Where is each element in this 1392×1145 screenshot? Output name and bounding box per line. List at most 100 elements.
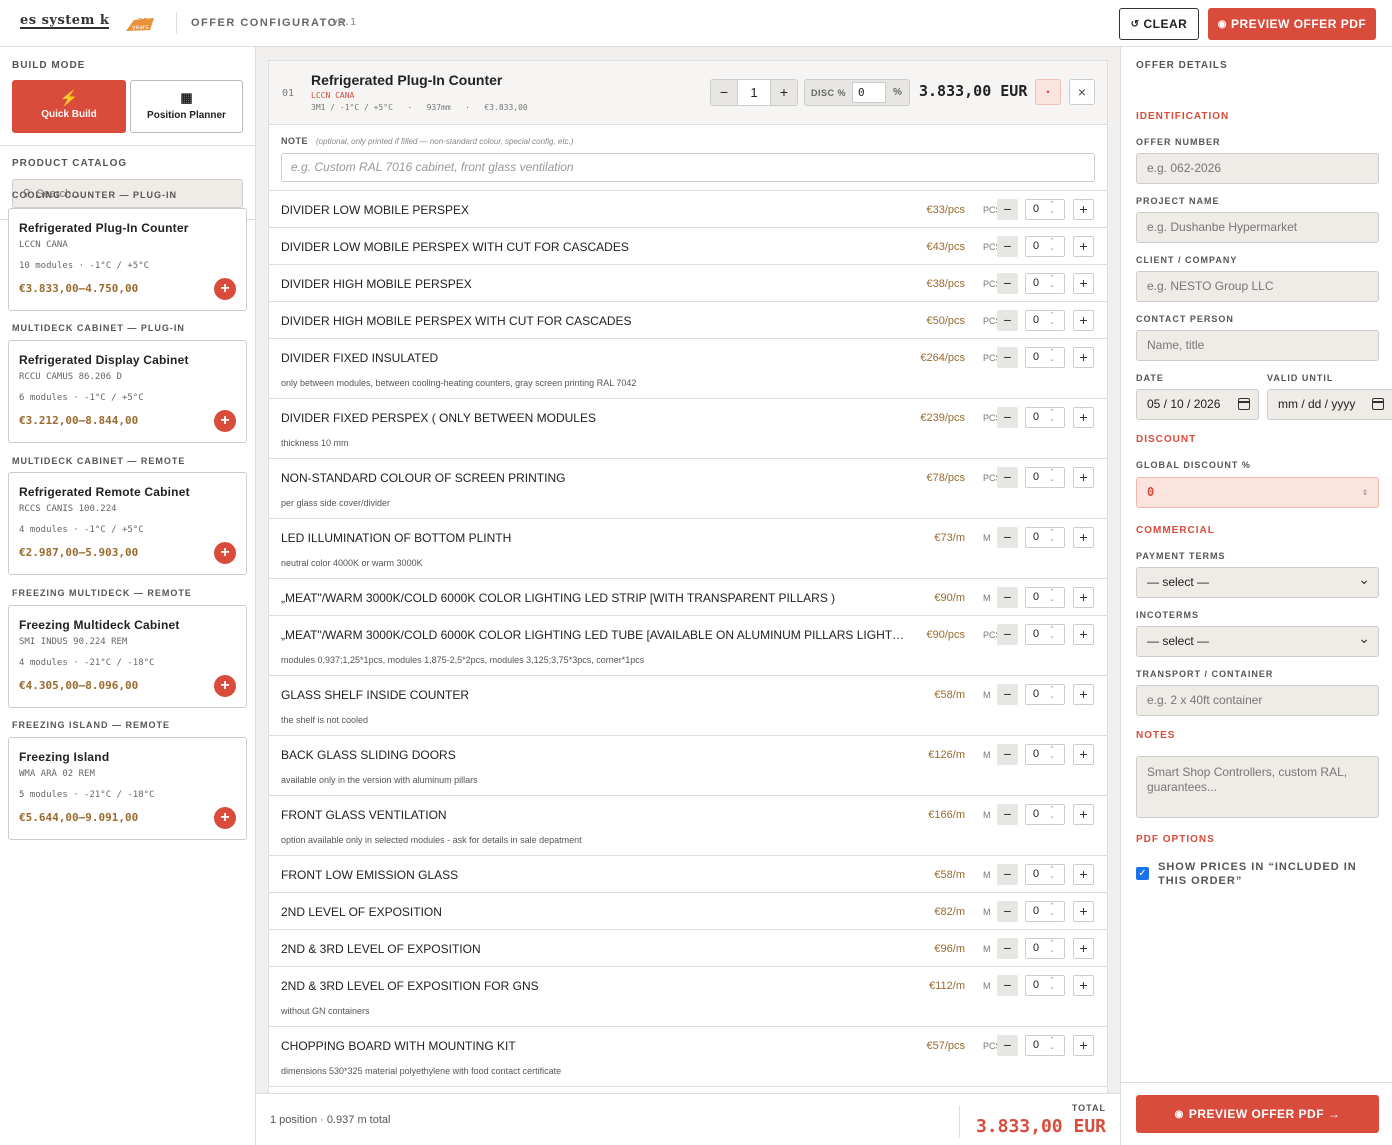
- show-prices-checkbox[interactable]: ✓: [1136, 867, 1149, 880]
- date-input[interactable]: 05 / 10 / 2026: [1136, 389, 1259, 420]
- accessory-increase-button[interactable]: +: [1073, 901, 1094, 922]
- accessory-increase-button[interactable]: +: [1073, 310, 1094, 331]
- accessory-qty-input[interactable]: 0: [1025, 199, 1065, 220]
- accessory-qty-input[interactable]: 0: [1025, 744, 1065, 765]
- accessory-decrease-button[interactable]: −: [997, 199, 1018, 220]
- accessory-decrease-button[interactable]: −: [997, 467, 1018, 488]
- accessory-increase-button[interactable]: +: [1073, 864, 1094, 885]
- accessory-qty-input[interactable]: 0: [1025, 467, 1065, 488]
- accessory-decrease-button[interactable]: −: [997, 744, 1018, 765]
- position-flag-button[interactable]: •: [1035, 79, 1061, 105]
- position-planner-button[interactable]: ▦ Position Planner: [130, 80, 243, 133]
- accessory-increase-button[interactable]: +: [1073, 527, 1094, 548]
- catalog-category-heading: MULTIDECK CABINET — REMOTE: [12, 456, 186, 466]
- accessory-qty-input[interactable]: 0: [1025, 273, 1065, 294]
- transport-input[interactable]: e.g. 2 x 40ft container: [1136, 685, 1379, 716]
- qty-increase-button[interactable]: +: [771, 80, 797, 105]
- accessory-name: „MEAT"/WARM 3000K/COLD 6000K COLOR LIGHT…: [281, 591, 836, 605]
- accessory-qty-input[interactable]: 0: [1025, 587, 1065, 608]
- accessory-qty-input[interactable]: 0: [1025, 624, 1065, 645]
- accessory-qty-input[interactable]: 0: [1025, 684, 1065, 705]
- catalog-product-card[interactable]: Refrigerated Remote Cabinet RCCS CANIS 10…: [8, 472, 247, 575]
- catalog-product-card[interactable]: Freezing Multideck Cabinet SMI INDUS 90.2…: [8, 605, 247, 708]
- accessory-decrease-button[interactable]: −: [997, 975, 1018, 996]
- accessory-increase-button[interactable]: +: [1073, 624, 1094, 645]
- global-discount-input[interactable]: 0 ⇕: [1136, 477, 1379, 508]
- preview-pdf-bottom-button[interactable]: ◉ PREVIEW OFFER PDF →: [1136, 1095, 1379, 1133]
- accessory-decrease-button[interactable]: −: [997, 624, 1018, 645]
- offer-number-input[interactable]: e.g. 062-2026: [1136, 153, 1379, 184]
- accessory-increase-button[interactable]: +: [1073, 975, 1094, 996]
- accessory-decrease-button[interactable]: −: [997, 347, 1018, 368]
- accessory-row: „MEAT"/WARM 3000K/COLD 6000K COLOR LIGHT…: [269, 616, 1107, 676]
- accessory-increase-button[interactable]: +: [1073, 347, 1094, 368]
- note-input[interactable]: e.g. Custom RAL 7016 cabinet, front glas…: [281, 153, 1095, 182]
- accessory-decrease-button[interactable]: −: [997, 587, 1018, 608]
- payment-terms-select[interactable]: — select —: [1136, 565, 1379, 598]
- accessory-decrease-button[interactable]: −: [997, 407, 1018, 428]
- qty-decrease-button[interactable]: −: [711, 80, 737, 105]
- accessory-increase-button[interactable]: +: [1073, 804, 1094, 825]
- accessory-qty-input[interactable]: 0: [1025, 975, 1065, 996]
- accessory-qty-input[interactable]: 0: [1025, 527, 1065, 548]
- catalog-product-card[interactable]: Refrigerated Plug-In Counter LCCN CANA 10 …: [8, 208, 247, 311]
- catalog-product-card[interactable]: Refrigerated Display Cabinet RCCU CAMUS 8…: [8, 340, 247, 443]
- accessory-increase-button[interactable]: +: [1073, 407, 1094, 428]
- pdf-options-heading: PDF OPTIONS: [1136, 834, 1215, 845]
- accessory-increase-button[interactable]: +: [1073, 938, 1094, 959]
- accessory-decrease-button[interactable]: −: [997, 310, 1018, 331]
- valid-until-input[interactable]: mm / dd / yyyy: [1267, 389, 1392, 420]
- accessory-increase-button[interactable]: +: [1073, 273, 1094, 294]
- contact-input[interactable]: Name, title: [1136, 330, 1379, 361]
- accessory-qty-input[interactable]: 0: [1025, 1035, 1065, 1056]
- add-product-button[interactable]: +: [214, 807, 236, 829]
- add-product-button[interactable]: +: [214, 410, 236, 432]
- accessory-name: BACK GLASS SLIDING DOORS: [281, 748, 456, 762]
- qty-value[interactable]: 1: [737, 80, 771, 105]
- incoterms-select[interactable]: — select —: [1136, 624, 1379, 657]
- disc-input[interactable]: 0: [852, 82, 886, 103]
- preview-pdf-button[interactable]: ◉ PREVIEW OFFER PDF: [1208, 8, 1376, 40]
- header-divider: [176, 12, 177, 34]
- accessory-decrease-button[interactable]: −: [997, 273, 1018, 294]
- add-product-button[interactable]: +: [214, 675, 236, 697]
- accessory-qty-input[interactable]: 0: [1025, 310, 1065, 331]
- remove-position-button[interactable]: ×: [1069, 79, 1095, 105]
- accessory-price: €78/pcs: [926, 472, 965, 484]
- accessory-increase-button[interactable]: +: [1073, 236, 1094, 257]
- accessory-decrease-button[interactable]: −: [997, 938, 1018, 959]
- accessory-unit: M: [983, 981, 991, 991]
- accessory-qty-input[interactable]: 0: [1025, 804, 1065, 825]
- accessory-qty-input[interactable]: 0: [1025, 938, 1065, 959]
- accessory-description: available only in the version with alumi…: [281, 775, 478, 785]
- accessory-decrease-button[interactable]: −: [997, 527, 1018, 548]
- accessory-increase-button[interactable]: +: [1073, 1035, 1094, 1056]
- accessory-qty-input[interactable]: 0: [1025, 347, 1065, 368]
- accessory-price: €126/m: [928, 749, 965, 761]
- accessory-decrease-button[interactable]: −: [997, 864, 1018, 885]
- accessory-qty-input[interactable]: 0: [1025, 864, 1065, 885]
- client-input[interactable]: e.g. NESTO Group LLC: [1136, 271, 1379, 302]
- accessory-increase-button[interactable]: +: [1073, 744, 1094, 765]
- accessory-decrease-button[interactable]: −: [997, 236, 1018, 257]
- accessory-decrease-button[interactable]: −: [997, 804, 1018, 825]
- clear-button[interactable]: ↺ CLEAR: [1119, 8, 1199, 40]
- notes-textarea[interactable]: Smart Shop Controllers, custom RAL, guar…: [1136, 756, 1379, 818]
- project-name-input[interactable]: e.g. Dushanbe Hypermarket: [1136, 212, 1379, 243]
- accessory-decrease-button[interactable]: −: [997, 1035, 1018, 1056]
- accessory-increase-button[interactable]: +: [1073, 684, 1094, 705]
- accessory-decrease-button[interactable]: −: [997, 901, 1018, 922]
- quick-build-button[interactable]: ⚡ Quick Build: [12, 80, 126, 133]
- accessory-qty-input[interactable]: 0: [1025, 901, 1065, 922]
- accessory-increase-button[interactable]: +: [1073, 199, 1094, 220]
- catalog-product-card[interactable]: Freezing Island WMA ARA 02 REM 5 modules ·…: [8, 737, 247, 840]
- accessory-increase-button[interactable]: +: [1073, 467, 1094, 488]
- accessory-decrease-button[interactable]: −: [997, 684, 1018, 705]
- accessory-increase-button[interactable]: +: [1073, 587, 1094, 608]
- accessory-qty-input[interactable]: 0: [1025, 407, 1065, 428]
- date-value: 05 / 10 / 2026: [1147, 397, 1221, 411]
- accessory-qty-input[interactable]: 0: [1025, 236, 1065, 257]
- clear-label: CLEAR: [1143, 17, 1188, 31]
- add-product-button[interactable]: +: [214, 278, 236, 300]
- add-product-button[interactable]: +: [214, 542, 236, 564]
